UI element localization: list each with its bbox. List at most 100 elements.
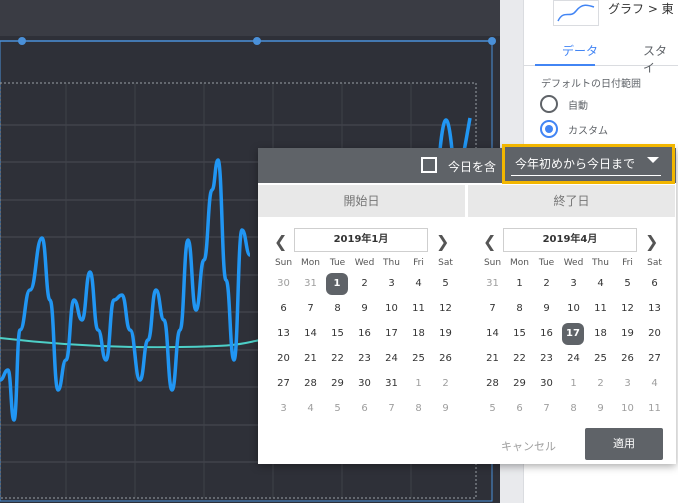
- calendar-day[interactable]: 25: [587, 348, 614, 370]
- calendar-day[interactable]: 8: [405, 398, 432, 420]
- calendar-day[interactable]: 24: [378, 348, 405, 370]
- calendar-day[interactable]: 14: [297, 323, 324, 345]
- calendar-day[interactable]: 28: [297, 373, 324, 395]
- calendar-day[interactable]: 13: [270, 323, 297, 345]
- prev-month-icon[interactable]: ❮: [483, 232, 496, 251]
- calendar-day[interactable]: 22: [324, 348, 351, 370]
- calendar-day[interactable]: 12: [432, 298, 459, 320]
- calendar-day[interactable]: 4: [641, 373, 668, 395]
- calendar-day[interactable]: 7: [297, 298, 324, 320]
- calendar-day[interactable]: 18: [405, 323, 432, 345]
- calendar-day[interactable]: 3: [560, 273, 587, 295]
- calendar-day[interactable]: 7: [378, 398, 405, 420]
- calendar-day[interactable]: 19: [432, 323, 459, 345]
- calendar-day[interactable]: 27: [641, 348, 668, 370]
- tab-style[interactable]: スタイ: [643, 42, 678, 76]
- calendar-day[interactable]: 21: [297, 348, 324, 370]
- start-month-select[interactable]: 2019年1月: [294, 228, 428, 252]
- calendar-day[interactable]: 29: [324, 373, 351, 395]
- calendar-day[interactable]: 31: [297, 273, 324, 295]
- calendar-day[interactable]: 7: [479, 298, 506, 320]
- calendar-day[interactable]: 30: [270, 273, 297, 295]
- calendar-day[interactable]: 4: [297, 398, 324, 420]
- calendar-day[interactable]: 14: [479, 323, 506, 345]
- calendar-day[interactable]: 6: [270, 298, 297, 320]
- cancel-button[interactable]: キャンセル: [501, 438, 556, 454]
- calendar-day[interactable]: 3: [270, 398, 297, 420]
- tab-data[interactable]: データ: [562, 42, 598, 59]
- calendar-day[interactable]: 8: [324, 298, 351, 320]
- calendar-day[interactable]: 6: [506, 398, 533, 420]
- radio-button[interactable]: [540, 95, 558, 113]
- calendar-day[interactable]: 31: [479, 273, 506, 295]
- calendar-day[interactable]: 1: [560, 373, 587, 395]
- calendar-day[interactable]: 5: [479, 398, 506, 420]
- chart-type-label[interactable]: グラフ > 東: [608, 0, 674, 17]
- calendar-day[interactable]: 8: [506, 298, 533, 320]
- apply-button[interactable]: 適用: [585, 428, 663, 460]
- radio-button-checked[interactable]: [540, 120, 558, 138]
- calendar-day[interactable]: 16: [533, 323, 560, 345]
- calendar-day[interactable]: 21: [479, 348, 506, 370]
- calendar-day[interactable]: 2: [587, 373, 614, 395]
- radio-custom[interactable]: カスタム: [540, 120, 608, 138]
- calendar-day[interactable]: 11: [405, 298, 432, 320]
- calendar-day[interactable]: 3: [378, 273, 405, 295]
- calendar-day[interactable]: 29: [506, 373, 533, 395]
- calendar-day[interactable]: 28: [479, 373, 506, 395]
- calendar-day[interactable]: 20: [641, 323, 668, 345]
- resize-handle-top-left[interactable]: [18, 37, 26, 45]
- calendar-day[interactable]: 9: [432, 398, 459, 420]
- calendar-day[interactable]: 15: [506, 323, 533, 345]
- calendar-day[interactable]: 26: [614, 348, 641, 370]
- resize-handle-top-right[interactable]: [488, 37, 496, 45]
- calendar-day[interactable]: 24: [560, 348, 587, 370]
- next-month-icon[interactable]: ❯: [436, 232, 449, 251]
- radio-auto[interactable]: 自動: [540, 95, 588, 113]
- calendar-day[interactable]: 17: [378, 323, 405, 345]
- calendar-day[interactable]: 10: [560, 298, 587, 320]
- calendar-day[interactable]: 11: [641, 398, 668, 420]
- calendar-day[interactable]: 4: [587, 273, 614, 295]
- calendar-day[interactable]: 10: [614, 398, 641, 420]
- calendar-day[interactable]: 30: [533, 373, 560, 395]
- calendar-day[interactable]: 10: [378, 298, 405, 320]
- calendar-day[interactable]: 17: [562, 323, 584, 345]
- calendar-day[interactable]: 9: [351, 298, 378, 320]
- calendar-day[interactable]: 7: [533, 398, 560, 420]
- calendar-day[interactable]: 12: [614, 298, 641, 320]
- calendar-day[interactable]: 18: [587, 323, 614, 345]
- calendar-day[interactable]: 1: [506, 273, 533, 295]
- calendar-day[interactable]: 3: [614, 373, 641, 395]
- calendar-day[interactable]: 9: [533, 298, 560, 320]
- calendar-day[interactable]: 5: [614, 273, 641, 295]
- calendar-day[interactable]: 11: [587, 298, 614, 320]
- calendar-day[interactable]: 2: [432, 373, 459, 395]
- calendar-day[interactable]: 5: [432, 273, 459, 295]
- chart-type-thumbnail[interactable]: [553, 0, 599, 26]
- calendar-day[interactable]: 13: [641, 298, 668, 320]
- calendar-day[interactable]: 5: [324, 398, 351, 420]
- calendar-day[interactable]: 15: [324, 323, 351, 345]
- prev-month-icon[interactable]: ❮: [274, 232, 287, 251]
- calendar-day[interactable]: 27: [270, 373, 297, 395]
- calendar-day[interactable]: 2: [533, 273, 560, 295]
- calendar-day[interactable]: 1: [405, 373, 432, 395]
- calendar-day[interactable]: 20: [270, 348, 297, 370]
- calendar-day[interactable]: 19: [614, 323, 641, 345]
- calendar-day[interactable]: 30: [351, 373, 378, 395]
- resize-handle-top-center[interactable]: [253, 37, 261, 45]
- calendar-day[interactable]: 6: [351, 398, 378, 420]
- calendar-day[interactable]: 9: [587, 398, 614, 420]
- calendar-day[interactable]: 1: [326, 273, 348, 295]
- date-preset-dropdown[interactable]: 今年初めから今日まで: [502, 144, 675, 184]
- calendar-day[interactable]: 4: [405, 273, 432, 295]
- calendar-day[interactable]: 22: [506, 348, 533, 370]
- calendar-day[interactable]: 6: [641, 273, 668, 295]
- calendar-day[interactable]: 23: [533, 348, 560, 370]
- calendar-day[interactable]: 8: [560, 398, 587, 420]
- calendar-day[interactable]: 25: [405, 348, 432, 370]
- calendar-day[interactable]: 16: [351, 323, 378, 345]
- calendar-day[interactable]: 2: [351, 273, 378, 295]
- end-month-select[interactable]: 2019年4月: [503, 228, 637, 252]
